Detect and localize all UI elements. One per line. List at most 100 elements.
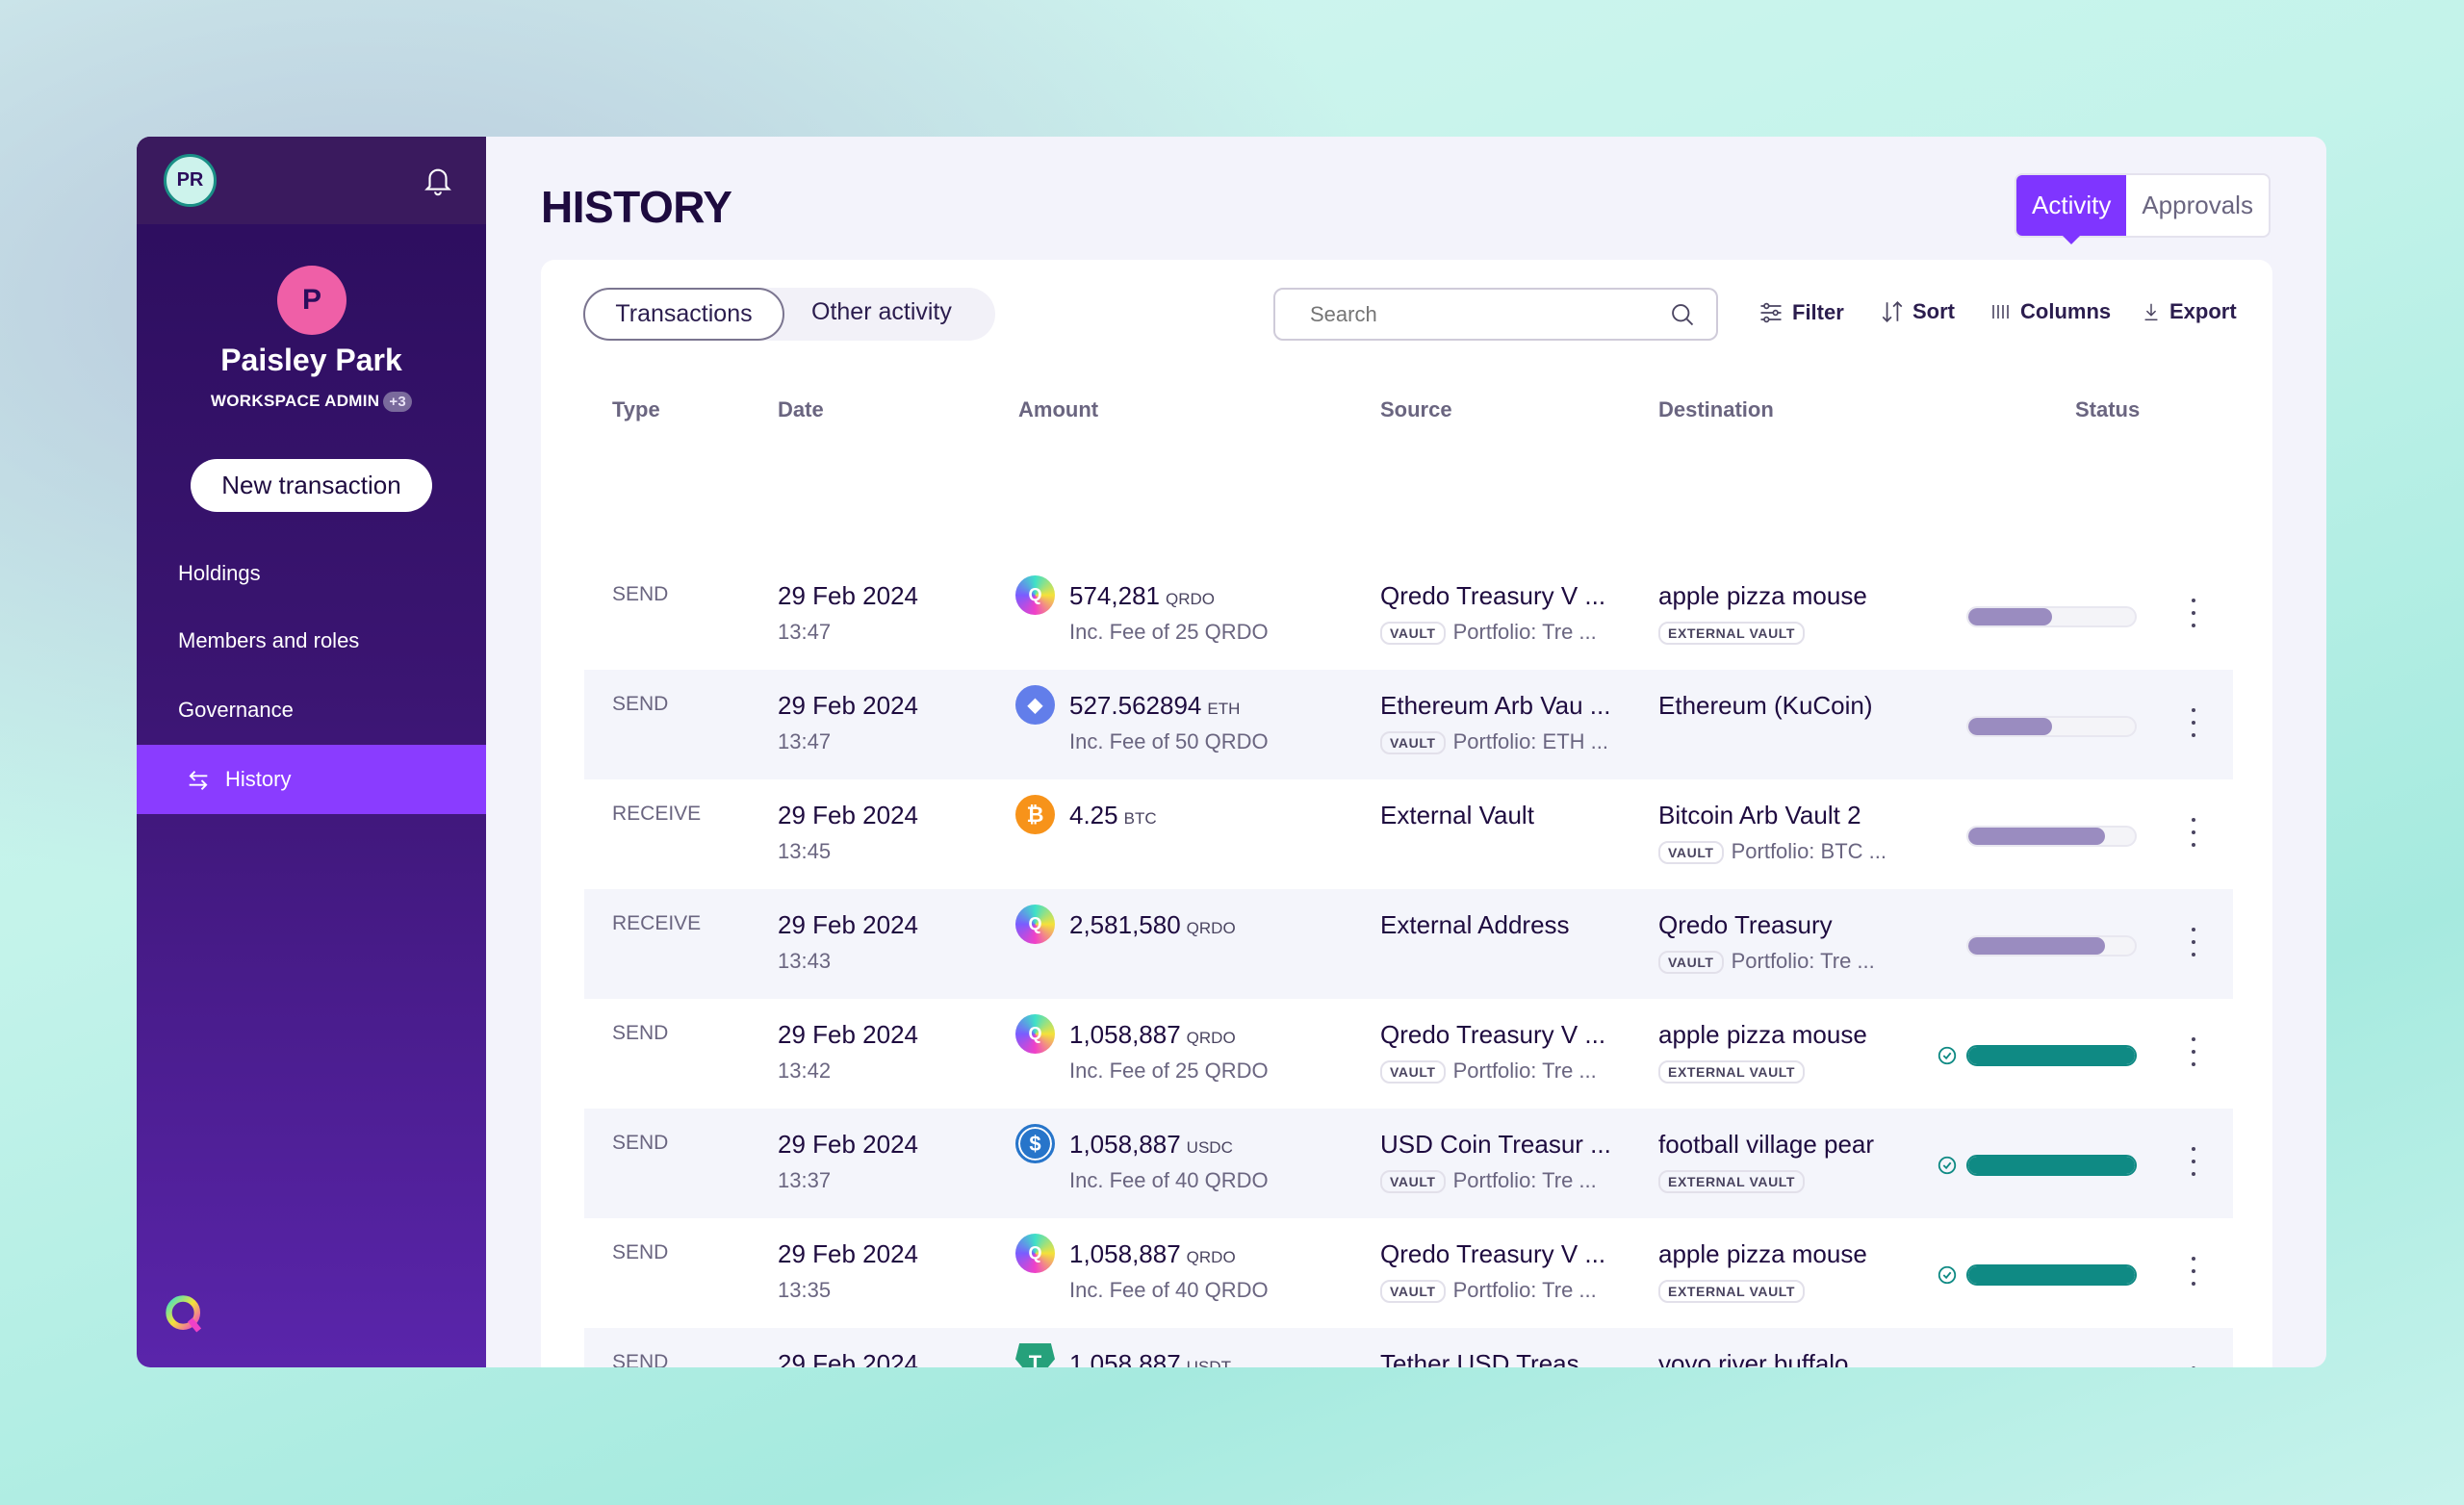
table-row[interactable]: SEND 29 Feb 2024 13:35 Q 1,058,887 QRDO Inc. F… bbox=[584, 1218, 2233, 1328]
tab-approvals[interactable]: Approvals bbox=[2126, 175, 2269, 236]
segment-transactions[interactable]: Transactions bbox=[583, 288, 784, 341]
source-portfolio: Portfolio: ETH ... bbox=[1452, 729, 1608, 753]
destination-name: apple pizza mouse bbox=[1658, 581, 1867, 610]
export-button[interactable]: Export bbox=[2141, 299, 2237, 324]
filter-button[interactable]: Filter bbox=[1758, 299, 1844, 326]
more-options-icon[interactable] bbox=[2190, 1366, 2197, 1367]
search-icon[interactable] bbox=[1669, 301, 1696, 328]
date-cell: 29 Feb 2024 bbox=[778, 910, 919, 939]
check-circle-icon bbox=[1938, 1046, 1957, 1065]
segment-other-activity[interactable]: Other activity bbox=[784, 288, 979, 341]
source-badge: VAULT bbox=[1380, 731, 1446, 755]
page-title: HISTORY bbox=[541, 182, 732, 232]
date-cell: 29 Feb 2024 bbox=[778, 801, 919, 829]
amount-value: 1,058,887 bbox=[1069, 1239, 1181, 1268]
qrdo-coin-icon: Q bbox=[1015, 905, 1055, 944]
source-portfolio: Portfolio: Tre ... bbox=[1452, 1059, 1597, 1083]
type-cell: RECEIVE bbox=[612, 912, 702, 934]
filter-label: Filter bbox=[1792, 300, 1844, 324]
column-header-date[interactable]: Date bbox=[778, 397, 824, 422]
column-header-status[interactable]: Status bbox=[2075, 397, 2140, 422]
table-row[interactable]: SEND 29 Feb 2024 13:37 $1,058,887 USDC Inc. F… bbox=[584, 1109, 2233, 1218]
usdc-coin-icon: $ bbox=[1015, 1124, 1055, 1163]
column-header-source[interactable]: Source bbox=[1380, 397, 1452, 422]
time-cell: 13:47 bbox=[778, 729, 832, 753]
source-name: External Vault bbox=[1380, 801, 1534, 829]
column-header-amount[interactable]: Amount bbox=[1018, 397, 1098, 422]
fee-text: Inc. Fee of 40 QRDO bbox=[1069, 1278, 1269, 1302]
table-row[interactable]: SEND 29 Feb 2024 13:42 Q 1,058,887 QRDO Inc. F… bbox=[584, 999, 2233, 1109]
sort-button[interactable]: Sort bbox=[1880, 299, 1955, 324]
sort-arrows-icon bbox=[1882, 301, 1903, 322]
destination-name: football village pear bbox=[1658, 1130, 1875, 1159]
btc-coin-icon: ₿ bbox=[1015, 795, 1055, 834]
fee-text: Inc. Fee of 50 QRDO bbox=[1069, 729, 1269, 753]
qrdo-coin-icon: Q bbox=[1015, 1014, 1055, 1054]
tab-activity[interactable]: Activity bbox=[2016, 175, 2127, 244]
destination-sub: EXTERNAL VAULT bbox=[1658, 620, 1812, 646]
more-options-icon[interactable] bbox=[2190, 1257, 2197, 1286]
amount-unit: BTC bbox=[1123, 809, 1157, 828]
source-name: Ethereum Arb Vau ... bbox=[1380, 691, 1611, 720]
sidebar-item-holdings[interactable]: Holdings bbox=[137, 539, 486, 608]
more-options-icon[interactable] bbox=[2190, 708, 2197, 737]
more-options-icon[interactable] bbox=[2190, 818, 2197, 847]
destination-name: Bitcoin Arb Vault 2 bbox=[1658, 801, 1861, 829]
table-row[interactable]: RECEIVE 29 Feb 2024 13:45 ₿ 4.25 BTC External … bbox=[584, 779, 2233, 889]
amount-cell: 527.562894 ETH bbox=[1069, 691, 1240, 721]
role-count-badge[interactable]: +3 bbox=[383, 392, 413, 412]
table-row[interactable]: SEND 29 Feb 2024 13:47 Q 574,281 QRDO Inc. Fee… bbox=[584, 560, 2233, 670]
table-row[interactable]: SEND29 Feb 202413:32T1,058,887USDTInc. F… bbox=[584, 1328, 2233, 1367]
amount-value: 1,058,887 bbox=[1069, 1349, 1181, 1367]
view-tabs: Activity Approvals bbox=[2015, 173, 2271, 244]
user-name: Paisley Park bbox=[220, 343, 402, 377]
status-progress-bar bbox=[1966, 1264, 2137, 1286]
qrdo-coin-icon: Q bbox=[1015, 575, 1055, 615]
qrdo-coin-icon: Q bbox=[1015, 1234, 1055, 1273]
more-options-icon[interactable] bbox=[2190, 599, 2197, 627]
status-progress-fill bbox=[1968, 828, 2105, 845]
type-cell: SEND bbox=[612, 583, 669, 605]
destination-badge: VAULT bbox=[1658, 841, 1724, 865]
sort-label: Sort bbox=[1912, 299, 1955, 323]
source-name: USD Coin Treasur ... bbox=[1380, 1130, 1611, 1159]
status-progress-fill bbox=[1968, 937, 2105, 955]
more-options-icon[interactable] bbox=[2190, 1147, 2197, 1176]
date-cell: 29 Feb 2024 bbox=[778, 1130, 919, 1159]
bell-icon[interactable] bbox=[422, 164, 454, 198]
account-avatar[interactable]: PR bbox=[164, 154, 217, 207]
destination-name: apple pizza mouse bbox=[1658, 1239, 1867, 1268]
amount-cell: 1,058,887 USDC bbox=[1069, 1130, 1233, 1160]
time-cell: 13:45 bbox=[778, 839, 832, 863]
type-cell: SEND bbox=[612, 1022, 669, 1044]
amount-unit: USDC bbox=[1186, 1138, 1233, 1157]
destination-portfolio: Portfolio: Tre ... bbox=[1731, 949, 1875, 973]
destination-sub: VAULT Portfolio: BTC ... bbox=[1658, 839, 1886, 865]
more-options-icon[interactable] bbox=[2190, 1037, 2197, 1066]
source-name: External Address bbox=[1380, 910, 1570, 939]
sidebar-item-history[interactable]: History bbox=[137, 745, 486, 814]
search-input[interactable] bbox=[1273, 288, 1718, 341]
source-sub: VAULT Portfolio: Tre ... bbox=[1380, 1059, 1597, 1084]
amount-cell: 1,058,887 QRDO bbox=[1069, 1239, 1236, 1269]
columns-button[interactable]: Columns bbox=[1989, 299, 2111, 324]
destination-badge: EXTERNAL VAULT bbox=[1658, 1170, 1806, 1194]
nav-label: History bbox=[225, 767, 292, 791]
column-header-type[interactable]: Type bbox=[612, 397, 660, 422]
table-row[interactable]: RECEIVE 29 Feb 2024 13:43 Q 2,581,580 QRDO Ext… bbox=[584, 889, 2233, 999]
column-header-destination[interactable]: Destination bbox=[1658, 397, 1774, 422]
status-progress-fill bbox=[1968, 1047, 2135, 1064]
table-row[interactable]: SEND 29 Feb 2024 13:47 ◆ 527.562894 ETH Inc. F… bbox=[584, 670, 2233, 779]
more-options-icon[interactable] bbox=[2190, 928, 2197, 957]
sidebar-item-governance[interactable]: Governance bbox=[137, 676, 486, 745]
status-progress-fill bbox=[1968, 608, 2052, 625]
check-circle-icon bbox=[1938, 1265, 1957, 1285]
eth-coin-icon: ◆ bbox=[1015, 685, 1055, 725]
source-sub: VAULT Portfolio: ETH ... bbox=[1380, 729, 1608, 755]
amount-cell: 574,281 QRDO bbox=[1069, 581, 1215, 611]
sidebar-item-members[interactable]: Members and roles bbox=[137, 606, 486, 676]
date-cell: 29 Feb 2024 bbox=[778, 581, 919, 610]
date-cell: 29 Feb 2024 bbox=[778, 1239, 919, 1268]
new-transaction-button[interactable]: New transaction bbox=[191, 459, 432, 512]
source-portfolio: Portfolio: Tre ... bbox=[1452, 1278, 1597, 1302]
